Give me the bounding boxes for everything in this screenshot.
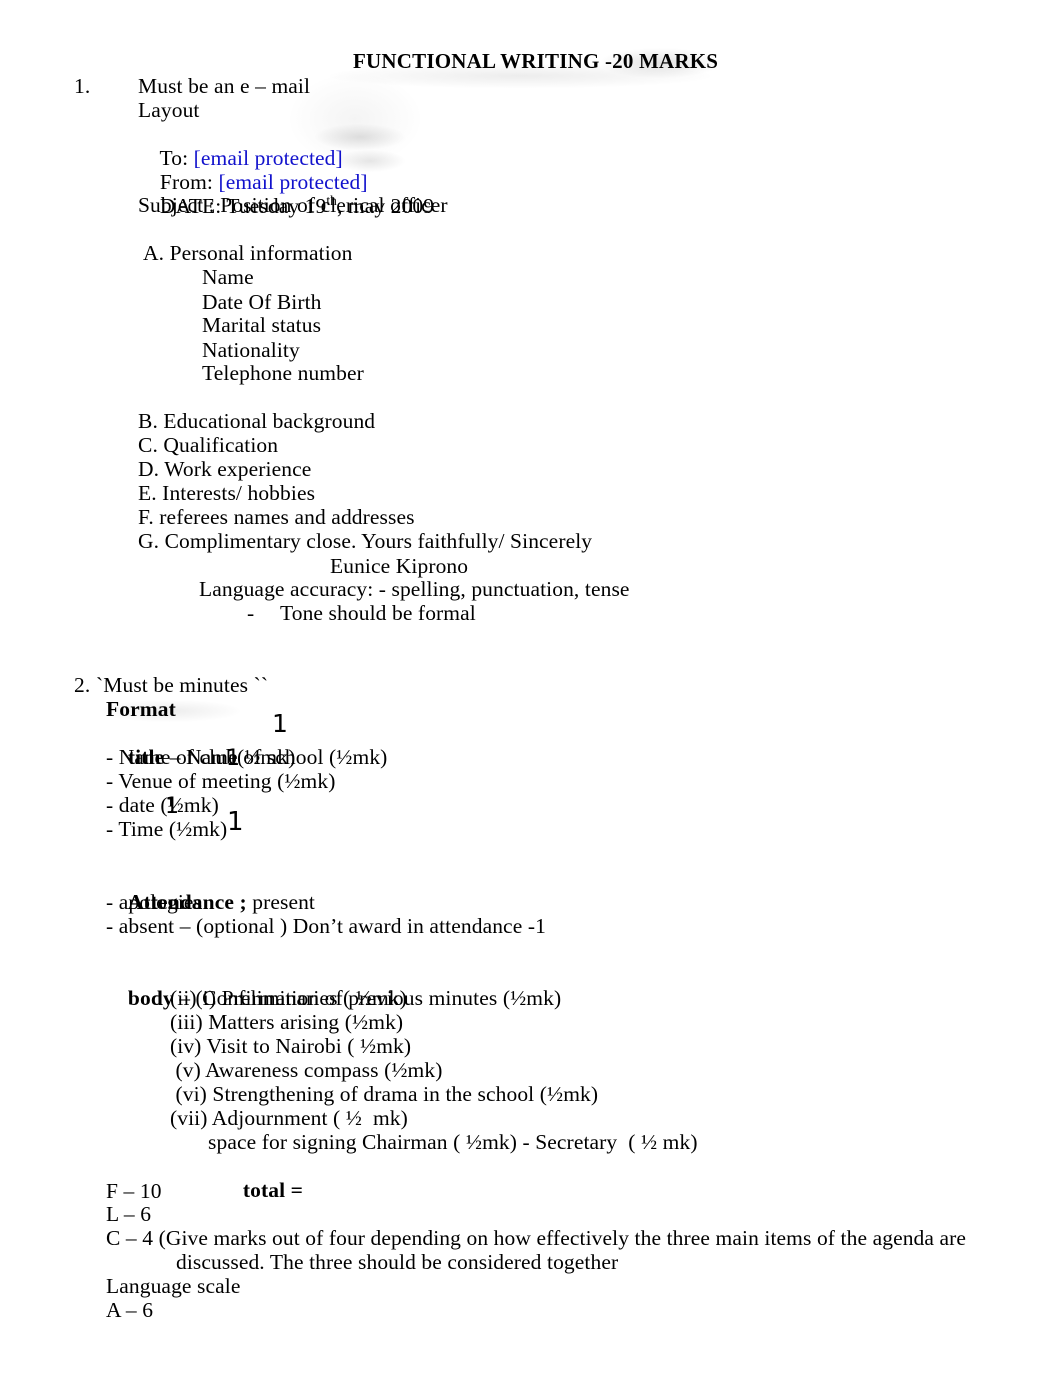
- email-subject-row: Subject : Position of clerical officer: [138, 193, 448, 217]
- body-item-ii: (ii) Confirmation of previous minutes (½…: [170, 986, 562, 1010]
- section-two-heading: `Must be minutes ``: [96, 673, 269, 697]
- attendance-value: present: [246, 890, 316, 914]
- attendance-item-apologies: - apologies: [106, 890, 203, 914]
- language-scale-label: Language scale: [106, 1274, 241, 1298]
- annotation-mark-date: 1: [165, 794, 179, 819]
- part-a-item-nationality: Nationality: [202, 338, 300, 362]
- tone-note: Tone should be formal: [280, 601, 476, 625]
- annotation-mark-time: 1: [227, 807, 244, 837]
- document-page: FUNCTIONAL WRITING -20 MARKS 1. Must be …: [0, 0, 1062, 1377]
- format-item-time: - Time (½mk): [106, 817, 228, 841]
- part-a-item-dob: Date Of Birth: [202, 290, 322, 314]
- criterion-c-line-1: C – 4 (Give marks out of four depending …: [106, 1226, 967, 1250]
- part-a-item-marital-status: Marital status: [202, 313, 322, 337]
- part-a-item-name: Name: [202, 265, 254, 289]
- score-l: L – 6: [106, 1202, 152, 1226]
- body-label: body: [127, 986, 174, 1010]
- total-label: total: [242, 1178, 286, 1202]
- page-title: FUNCTIONAL WRITING -20 MARKS: [353, 49, 719, 73]
- signing-space-note: space for signing Chairman ( ½mk) - Secr…: [208, 1130, 698, 1154]
- total-row: total =: [221, 1154, 303, 1226]
- part-c: C. Qualification: [138, 433, 279, 457]
- part-d: D. Work experience: [138, 457, 312, 481]
- body-item-iii: (iii) Matters arising (½mk): [170, 1010, 404, 1034]
- signature-name: Eunice Kiprono: [330, 554, 469, 578]
- part-b: B. Educational background: [138, 409, 376, 433]
- body-item-iv: (iv) Visit to Nairobi ( ½mk): [170, 1034, 412, 1058]
- language-scale-value: A – 6: [106, 1298, 154, 1322]
- format-item-venue: - Venue of meeting (½mk): [106, 769, 336, 793]
- total-value: =: [285, 1178, 304, 1202]
- language-accuracy-note: Language accuracy: - spelling, punctuati…: [199, 577, 630, 601]
- body-item-v: (v) Awareness compass (½mk): [170, 1058, 443, 1082]
- section-one-number: 1.: [74, 74, 91, 98]
- section-two-number: 2.: [74, 673, 91, 697]
- format-item-date: - date (½mk): [106, 793, 219, 817]
- criterion-c-line-2: discussed. The three should be considere…: [176, 1250, 619, 1274]
- part-f: F. referees names and addresses: [138, 505, 415, 529]
- annotation-mark-school: 1: [272, 709, 288, 738]
- attendance-item-absent: - absent – (optional ) Don’t award in at…: [106, 914, 546, 938]
- part-g: G. Complimentary close. Yours faithfully…: [138, 529, 593, 553]
- body-item-vi: (vi) Strengthening of drama in the schoo…: [170, 1082, 599, 1106]
- part-e: E. Interests/ hobbies: [138, 481, 316, 505]
- body-item-vii: (vii) Adjournment ( ½ mk): [170, 1106, 408, 1130]
- format-label: Format: [106, 697, 176, 721]
- part-a-heading: A. Personal information: [143, 241, 353, 265]
- tone-dash: -: [247, 601, 255, 625]
- format-item-club: - Name of club(½mk): [106, 745, 296, 769]
- layout-label: Layout: [138, 98, 200, 122]
- part-a-item-telephone: Telephone number: [202, 361, 364, 385]
- annotation-mark-club: 1: [226, 746, 240, 771]
- score-f: F – 10: [106, 1179, 162, 1203]
- section-one-heading: Must be an e – mail: [138, 74, 311, 98]
